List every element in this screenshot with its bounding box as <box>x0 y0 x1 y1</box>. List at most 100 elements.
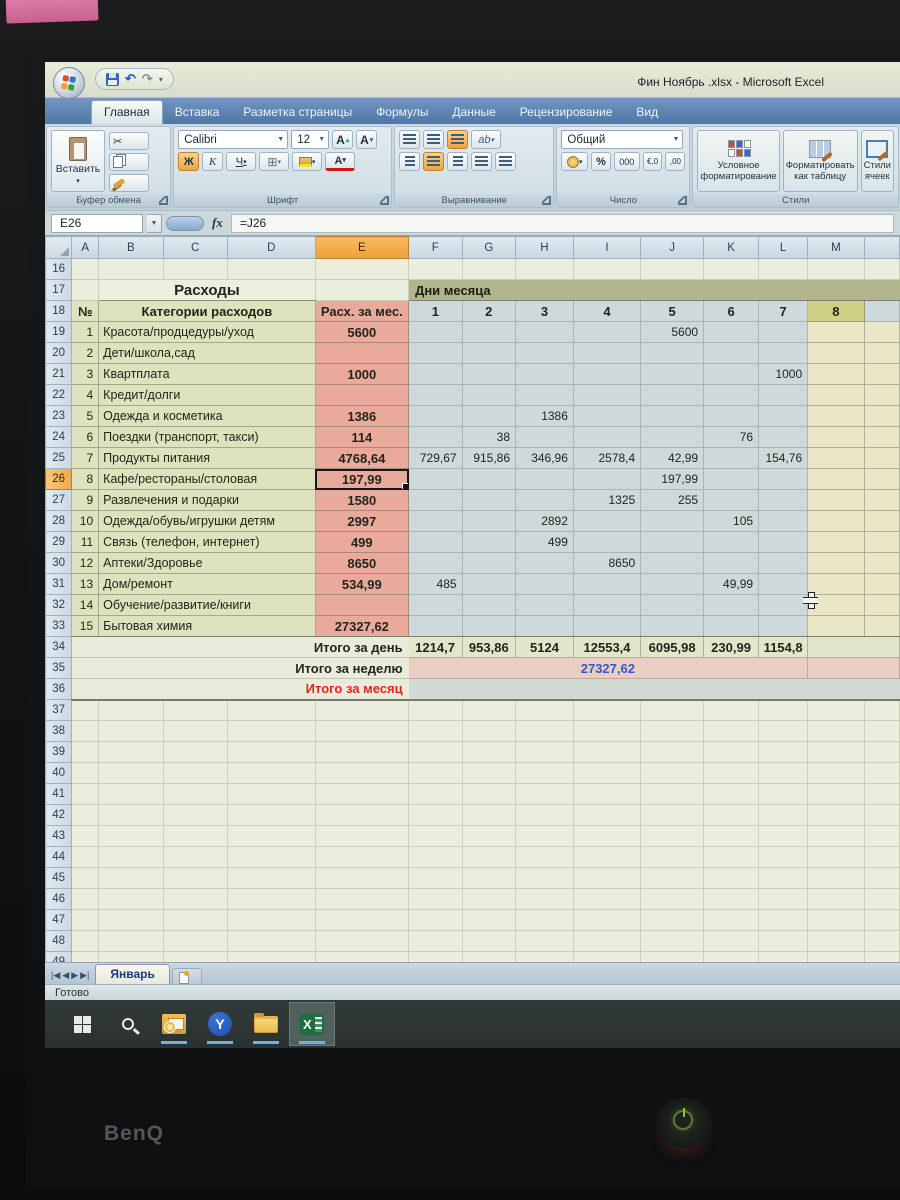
month-expense-value[interactable] <box>315 594 410 616</box>
cell[interactable] <box>864 699 900 721</box>
office-button[interactable] <box>53 67 85 99</box>
cell[interactable] <box>163 804 228 826</box>
day-value[interactable] <box>573 468 642 490</box>
row-header-40[interactable]: 40 <box>45 762 73 784</box>
cell[interactable] <box>163 762 228 784</box>
cell[interactable] <box>758 762 809 784</box>
day-value[interactable] <box>462 405 517 427</box>
cell[interactable] <box>807 888 865 910</box>
cell[interactable] <box>98 783 164 805</box>
cell[interactable] <box>163 951 228 962</box>
category-name[interactable]: Связь (телефон, интернет) <box>98 531 316 553</box>
day-value[interactable] <box>515 468 574 490</box>
cell[interactable] <box>703 867 760 889</box>
day-value[interactable]: 154,76 <box>758 447 809 469</box>
cell[interactable] <box>807 909 865 931</box>
cell[interactable] <box>640 909 705 931</box>
day-header[interactable]: 8 <box>807 300 865 322</box>
cell[interactable] <box>71 762 100 784</box>
cell[interactable] <box>640 741 705 763</box>
category-name[interactable]: Аптеки/Здоровье <box>98 552 316 574</box>
cell[interactable] <box>573 867 642 889</box>
daily-total-value[interactable]: 6095,98 <box>640 636 705 658</box>
cell[interactable] <box>98 804 164 826</box>
day-value[interactable]: 42,99 <box>640 447 705 469</box>
day-value[interactable]: 729,67 <box>408 447 463 469</box>
day-value[interactable] <box>408 594 463 616</box>
decrease-decimal-button[interactable]: ,00 <box>665 152 686 171</box>
column-header-H[interactable]: H <box>515 236 574 259</box>
cell[interactable] <box>758 741 809 763</box>
category-name[interactable]: Кафе/рестораны/столовая <box>98 468 316 490</box>
cell[interactable] <box>408 741 463 763</box>
cell[interactable] <box>864 384 900 406</box>
day-value[interactable] <box>573 531 642 553</box>
cell[interactable] <box>315 783 410 805</box>
cell[interactable] <box>640 888 705 910</box>
day-value[interactable] <box>515 489 574 511</box>
day-value[interactable] <box>703 615 760 637</box>
day-header[interactable]: 6 <box>703 300 760 322</box>
category-number[interactable]: 2 <box>71 342 100 364</box>
day-value[interactable] <box>807 342 865 364</box>
cell[interactable] <box>227 741 316 763</box>
row-header-32[interactable]: 32 <box>45 594 73 616</box>
day-value[interactable]: 255 <box>640 489 705 511</box>
cell[interactable] <box>703 720 760 742</box>
cell[interactable] <box>163 888 228 910</box>
cell[interactable] <box>227 258 316 280</box>
day-value[interactable]: 38 <box>462 426 517 448</box>
daily-total-label[interactable]: Итого за день <box>71 636 409 658</box>
cell[interactable] <box>515 762 574 784</box>
day-value[interactable] <box>573 510 642 532</box>
cell[interactable] <box>864 300 900 322</box>
save-icon[interactable] <box>106 72 119 86</box>
day-value[interactable] <box>807 321 865 343</box>
day-value[interactable] <box>408 426 463 448</box>
column-header-M[interactable]: M <box>807 236 865 259</box>
cell[interactable] <box>807 951 865 962</box>
cell[interactable] <box>864 909 900 931</box>
day-value[interactable] <box>573 342 642 364</box>
month-expense-value[interactable]: 534,99 <box>315 573 410 595</box>
shrink-font-button[interactable]: А <box>356 130 378 149</box>
day-value[interactable] <box>515 573 574 595</box>
cell[interactable] <box>227 909 316 931</box>
cell[interactable] <box>807 867 865 889</box>
cell[interactable] <box>807 657 900 679</box>
cell[interactable] <box>408 804 463 826</box>
day-value[interactable]: 1325 <box>573 489 642 511</box>
month-expense-value[interactable]: 4768,64 <box>315 447 410 469</box>
day-value[interactable] <box>758 594 809 616</box>
decrease-indent-button[interactable] <box>471 152 493 171</box>
day-value[interactable]: 915,86 <box>462 447 517 469</box>
cell[interactable] <box>163 741 228 763</box>
cell[interactable] <box>573 699 642 721</box>
increase-decimal-button[interactable]: €,0 <box>642 152 663 171</box>
cell[interactable] <box>71 741 100 763</box>
cell[interactable] <box>807 825 865 847</box>
cell[interactable] <box>163 846 228 868</box>
day-value[interactable] <box>640 615 705 637</box>
category-number[interactable]: 9 <box>71 489 100 511</box>
category-name[interactable]: Кредит/долги <box>98 384 316 406</box>
month-expense-value[interactable]: 499 <box>315 531 410 553</box>
cell[interactable] <box>227 699 316 721</box>
cell[interactable] <box>71 909 100 931</box>
cell[interactable] <box>227 930 316 952</box>
cell[interactable] <box>864 489 900 511</box>
day-value[interactable] <box>462 594 517 616</box>
cell[interactable] <box>408 888 463 910</box>
day-value[interactable] <box>515 552 574 574</box>
cell[interactable] <box>573 258 642 280</box>
day-value[interactable] <box>640 363 705 385</box>
day-value[interactable] <box>573 426 642 448</box>
cell[interactable] <box>864 741 900 763</box>
cell[interactable] <box>227 867 316 889</box>
day-value[interactable]: 485 <box>408 573 463 595</box>
cell[interactable] <box>573 846 642 868</box>
cell[interactable] <box>515 909 574 931</box>
day-value[interactable] <box>573 615 642 637</box>
cell[interactable] <box>163 930 228 952</box>
cell[interactable] <box>227 804 316 826</box>
